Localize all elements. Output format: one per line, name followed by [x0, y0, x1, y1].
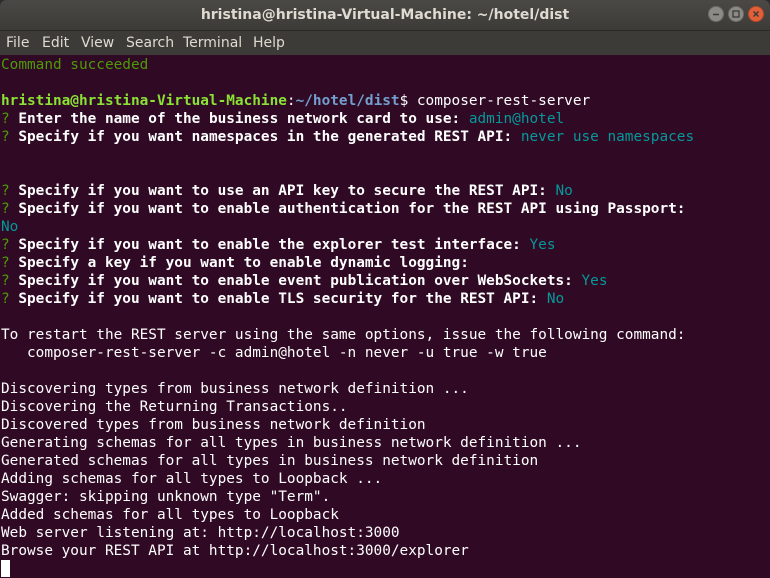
- maximize-icon: [732, 10, 740, 18]
- question-line: ? Specify if you want to enable the expl…: [1, 236, 556, 254]
- log-line: Discovering the Returning Transactions..: [1, 399, 348, 415]
- terminal-output[interactable]: Command succeeded hristina@hristina-Virt…: [0, 55, 770, 578]
- question-text: Specify if you want to enable authentica…: [9, 201, 686, 217]
- prompt-command: composer-rest-server: [416, 93, 591, 109]
- close-icon: [752, 10, 760, 18]
- question-line: ? Specify if you want to use an API key …: [1, 182, 573, 200]
- menu-view[interactable]: View: [81, 31, 114, 56]
- question-text: Specify a key if you want to enable dyna…: [9, 255, 469, 271]
- terminal-window: hristina@hristina-Virtual-Machine: ~/hot…: [0, 0, 770, 578]
- question-mark: ?: [1, 111, 10, 127]
- question-answer: No: [555, 183, 573, 199]
- menu-edit[interactable]: Edit: [42, 31, 69, 56]
- question-text: Specify if you want to enable the explor…: [9, 237, 530, 253]
- question-line: ? Specify if you want to enable authenti…: [1, 200, 685, 218]
- question-text: Specify if you want to enable TLS securi…: [9, 291, 547, 307]
- question-answer: No: [546, 291, 565, 307]
- minimize-icon: [713, 13, 719, 16]
- restart-command: composer-rest-server -c admin@hotel -n n…: [1, 345, 547, 361]
- prompt-symbol: $: [399, 93, 417, 109]
- question-text: Specify if you want to enable event publ…: [9, 273, 582, 289]
- log-line: Generated schemas for all types in busin…: [1, 453, 539, 469]
- prompt-sep: :: [286, 93, 296, 109]
- log-line: Swagger: skipping unknown type "Term".: [1, 489, 331, 505]
- question-mark: ?: [1, 237, 10, 253]
- terminal-cursor: [1, 560, 10, 577]
- question-text: Specify if you want to use an API key to…: [9, 183, 556, 199]
- question-mark: ?: [1, 255, 10, 271]
- log-line: Browse your REST API at http://localhost…: [1, 543, 469, 559]
- log-line: Discovered types from business network d…: [1, 417, 426, 433]
- question-answer: Yes: [581, 273, 608, 289]
- menu-terminal[interactable]: Terminal: [183, 31, 242, 56]
- question-mark: ?: [1, 129, 10, 145]
- prompt-path: ~/hotel/dist: [295, 93, 400, 109]
- question-answer: admin@hotel: [468, 111, 565, 127]
- question-line: ? Enter the name of the business network…: [1, 110, 564, 128]
- menu-help[interactable]: Help: [253, 31, 285, 56]
- question-text: Enter the name of the business network c…: [9, 111, 469, 127]
- status-line: Command succeeded: [1, 57, 149, 73]
- log-line: Web server listening at: http://localhos…: [1, 525, 400, 541]
- minimize-button[interactable]: [708, 6, 724, 22]
- log-line: Added schemas for all types to Loopback: [1, 507, 339, 523]
- maximize-button[interactable]: [728, 6, 744, 22]
- restart-message: To restart the REST server using the sam…: [1, 327, 686, 343]
- window-title: hristina@hristina-Virtual-Machine: ~/hot…: [200, 7, 570, 23]
- question-mark: ?: [1, 273, 10, 289]
- question-mark: ?: [1, 183, 10, 199]
- question-line: ? Specify a key if you want to enable dy…: [1, 254, 469, 272]
- menu-search[interactable]: Search: [126, 31, 174, 56]
- question-text: Specify if you want namespaces in the ge…: [9, 129, 521, 145]
- question-line: ? Specify if you want to enable event pu…: [1, 272, 608, 290]
- menu-bar: File Edit View Search Terminal Help: [0, 30, 770, 55]
- question-mark: ?: [1, 201, 10, 217]
- log-line: Discovering types from business network …: [1, 381, 469, 397]
- question-answer: never use namespaces: [520, 129, 695, 145]
- log-line: Generating schemas for all types in busi…: [1, 435, 582, 451]
- prompt-user-host: hristina@hristina-Virtual-Machine: [1, 93, 287, 109]
- question-answer: Yes: [529, 237, 556, 253]
- question-line: ? Specify if you want to enable TLS secu…: [1, 290, 564, 308]
- prompt-line: hristina@hristina-Virtual-Machine:~/hote…: [1, 92, 590, 110]
- close-button[interactable]: [748, 6, 764, 22]
- log-line: Adding schemas for all types to Loopback…: [1, 471, 383, 487]
- question-answer: No: [1, 219, 19, 235]
- question-line: ? Specify if you want namespaces in the …: [1, 128, 694, 146]
- title-bar[interactable]: hristina@hristina-Virtual-Machine: ~/hot…: [0, 0, 770, 30]
- question-mark: ?: [1, 291, 10, 307]
- menu-file[interactable]: File: [6, 31, 29, 56]
